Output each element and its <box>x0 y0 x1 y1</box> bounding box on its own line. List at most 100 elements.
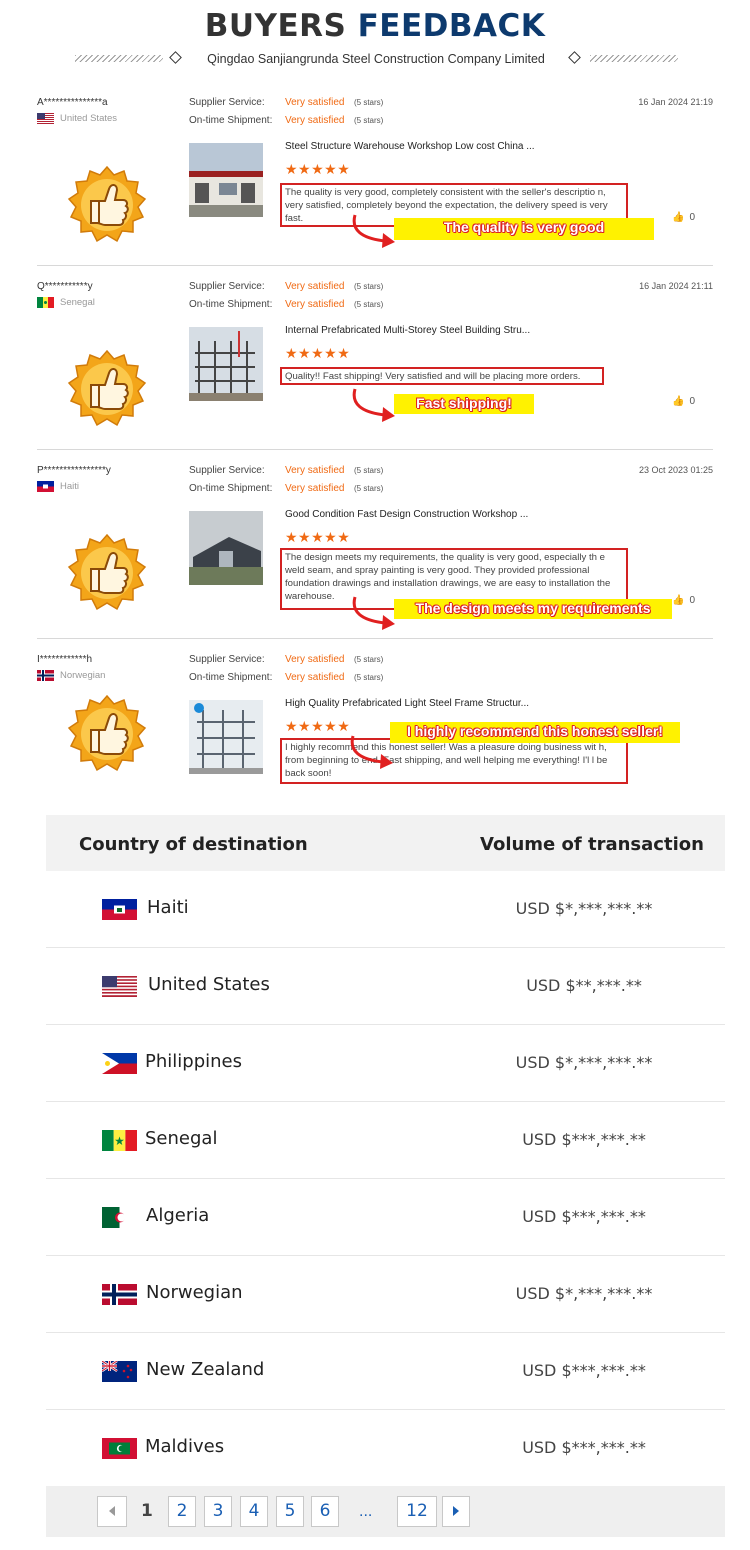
review-card: P****************y Haiti Supplier Servic… <box>37 465 713 638</box>
chevron-left-icon <box>109 1506 115 1516</box>
supplier-service-label: Supplier Service: <box>189 281 265 292</box>
page-button[interactable]: 4 <box>240 1496 268 1527</box>
current-page: 1 <box>141 1501 153 1521</box>
shipment-label: On-time Shipment: <box>189 672 273 683</box>
divider <box>37 638 713 639</box>
transaction-volume: USD $***,***.** <box>522 1130 646 1149</box>
senegal-flag-icon <box>37 297 54 308</box>
column-header-country: Country of destination <box>79 834 308 855</box>
hatch-divider-right <box>590 55 678 62</box>
buyer-name: I************h <box>37 654 93 665</box>
like-button[interactable]: 👍 0 <box>672 595 695 606</box>
buyer-country: Norwegian <box>37 670 105 681</box>
like-count: 0 <box>689 212 695 223</box>
curved-arrow-icon <box>352 596 395 630</box>
new-zealand-flag-icon <box>102 1361 137 1382</box>
transactions-table: Country of destination Volume of transac… <box>46 815 725 1487</box>
country-name: United States <box>148 974 270 995</box>
transaction-volume: USD $*,***,***.** <box>515 1053 653 1072</box>
country-label: United States <box>60 113 118 124</box>
star-rating: ★★★★★ <box>285 529 351 545</box>
supplier-service-label: Supplier Service: <box>189 97 265 108</box>
shipment-value: Very satisfied <box>285 483 345 494</box>
buyer-name: Q***********y <box>37 281 93 292</box>
supplier-stars-count: (5 stars) <box>354 655 384 664</box>
thumbs-up-icon: 👍 <box>671 396 685 407</box>
country-name: New Zealand <box>146 1359 265 1380</box>
review-card: A***************a United States Supplier… <box>37 97 713 265</box>
maldives-flag-icon <box>102 1438 137 1459</box>
product-image[interactable] <box>189 143 263 217</box>
like-button[interactable]: 👍 0 <box>672 212 695 223</box>
product-image[interactable] <box>189 327 263 401</box>
diamond-icon <box>169 51 182 64</box>
country-name: Algeria <box>146 1205 210 1226</box>
table-row: Maldives USD $***,***.** <box>46 1410 725 1487</box>
transaction-volume: USD $**,***.** <box>526 976 642 995</box>
product-link[interactable]: Internal Prefabricated Multi-Storey Stee… <box>285 325 530 336</box>
senegal-flag-icon <box>102 1130 137 1151</box>
table-row: Senegal USD $***,***.** <box>46 1102 725 1179</box>
buyer-name: P****************y <box>37 465 111 476</box>
callout-highlight: I highly recommend this honest seller! <box>390 722 680 743</box>
table-header: Country of destination Volume of transac… <box>46 815 725 871</box>
page-button[interactable]: 5 <box>276 1496 304 1527</box>
supplier-service-label: Supplier Service: <box>189 465 265 476</box>
product-image[interactable] <box>189 700 263 774</box>
supplier-service-value: Very satisfied <box>285 97 345 108</box>
thumbs-up-icon: 👍 <box>671 212 685 223</box>
philippines-flag-icon <box>102 1053 137 1074</box>
hatch-divider-left <box>75 55 163 62</box>
shipment-stars-count: (5 stars) <box>354 116 384 125</box>
country-name: Senegal <box>145 1128 218 1149</box>
transaction-volume: USD $*,***,***.** <box>515 1284 653 1303</box>
last-page-button[interactable]: 12 <box>397 1496 437 1527</box>
table-row: Haiti USD $*,***,***.** <box>46 871 725 948</box>
like-count: 0 <box>689 396 695 407</box>
thumbs-up-badge-icon <box>67 165 147 243</box>
country-name: Norwegian <box>146 1282 243 1303</box>
title-buyers: BUYERS <box>204 8 347 44</box>
haiti-flag-icon <box>102 899 137 920</box>
divider <box>37 449 713 450</box>
supplier-service-label: Supplier Service: <box>189 654 265 665</box>
pagination: 1 2 3 4 5 6 ... 12 <box>46 1486 725 1537</box>
diamond-icon <box>568 51 581 64</box>
shipment-value: Very satisfied <box>285 299 345 310</box>
product-link[interactable]: Good Condition Fast Design Construction … <box>285 509 528 520</box>
country-name: Haiti <box>147 897 189 918</box>
page-button[interactable]: 3 <box>204 1496 232 1527</box>
product-image[interactable] <box>189 511 263 585</box>
shipment-stars-count: (5 stars) <box>354 673 384 682</box>
review-card: Q***********y Senegal Supplier Service: V… <box>37 281 713 449</box>
like-button[interactable]: 👍 0 <box>672 396 695 407</box>
page-button[interactable]: 2 <box>168 1496 196 1527</box>
review-card: I************h Norwegian Supplier Servic… <box>37 654 713 804</box>
us-flag-icon <box>37 113 54 124</box>
product-link[interactable]: High Quality Prefabricated Light Steel F… <box>285 698 529 709</box>
thumbs-up-icon: 👍 <box>671 595 685 606</box>
curved-arrow-icon <box>350 735 393 769</box>
transaction-volume: USD $***,***.** <box>522 1207 646 1226</box>
country-name: Maldives <box>145 1436 225 1457</box>
shipment-label: On-time Shipment: <box>189 115 273 126</box>
transaction-volume: USD $***,***.** <box>522 1438 646 1457</box>
buyer-country: Senegal <box>37 297 95 308</box>
product-link[interactable]: Steel Structure Warehouse Workshop Low c… <box>285 141 535 152</box>
shipment-stars-count: (5 stars) <box>354 484 384 493</box>
next-page-button[interactable] <box>442 1496 470 1527</box>
buyer-country: Haiti <box>37 481 79 492</box>
country-name: Philippines <box>145 1051 242 1072</box>
review-date: 16 Jan 2024 21:19 <box>638 97 713 107</box>
thumbs-up-badge-icon <box>67 694 147 772</box>
algeria-flag-icon <box>102 1207 137 1228</box>
chevron-right-icon <box>453 1506 459 1516</box>
review-comment: I highly recommend this honest seller! W… <box>280 738 628 784</box>
supplier-stars-count: (5 stars) <box>354 466 384 475</box>
star-rating: ★★★★★ <box>285 161 351 177</box>
page-button[interactable]: 6 <box>311 1496 339 1527</box>
supplier-stars-count: (5 stars) <box>354 98 384 107</box>
callout-highlight: Fast shipping! <box>394 394 534 414</box>
transaction-volume: USD $*,***,***.** <box>515 899 653 918</box>
prev-page-button[interactable] <box>97 1496 127 1527</box>
